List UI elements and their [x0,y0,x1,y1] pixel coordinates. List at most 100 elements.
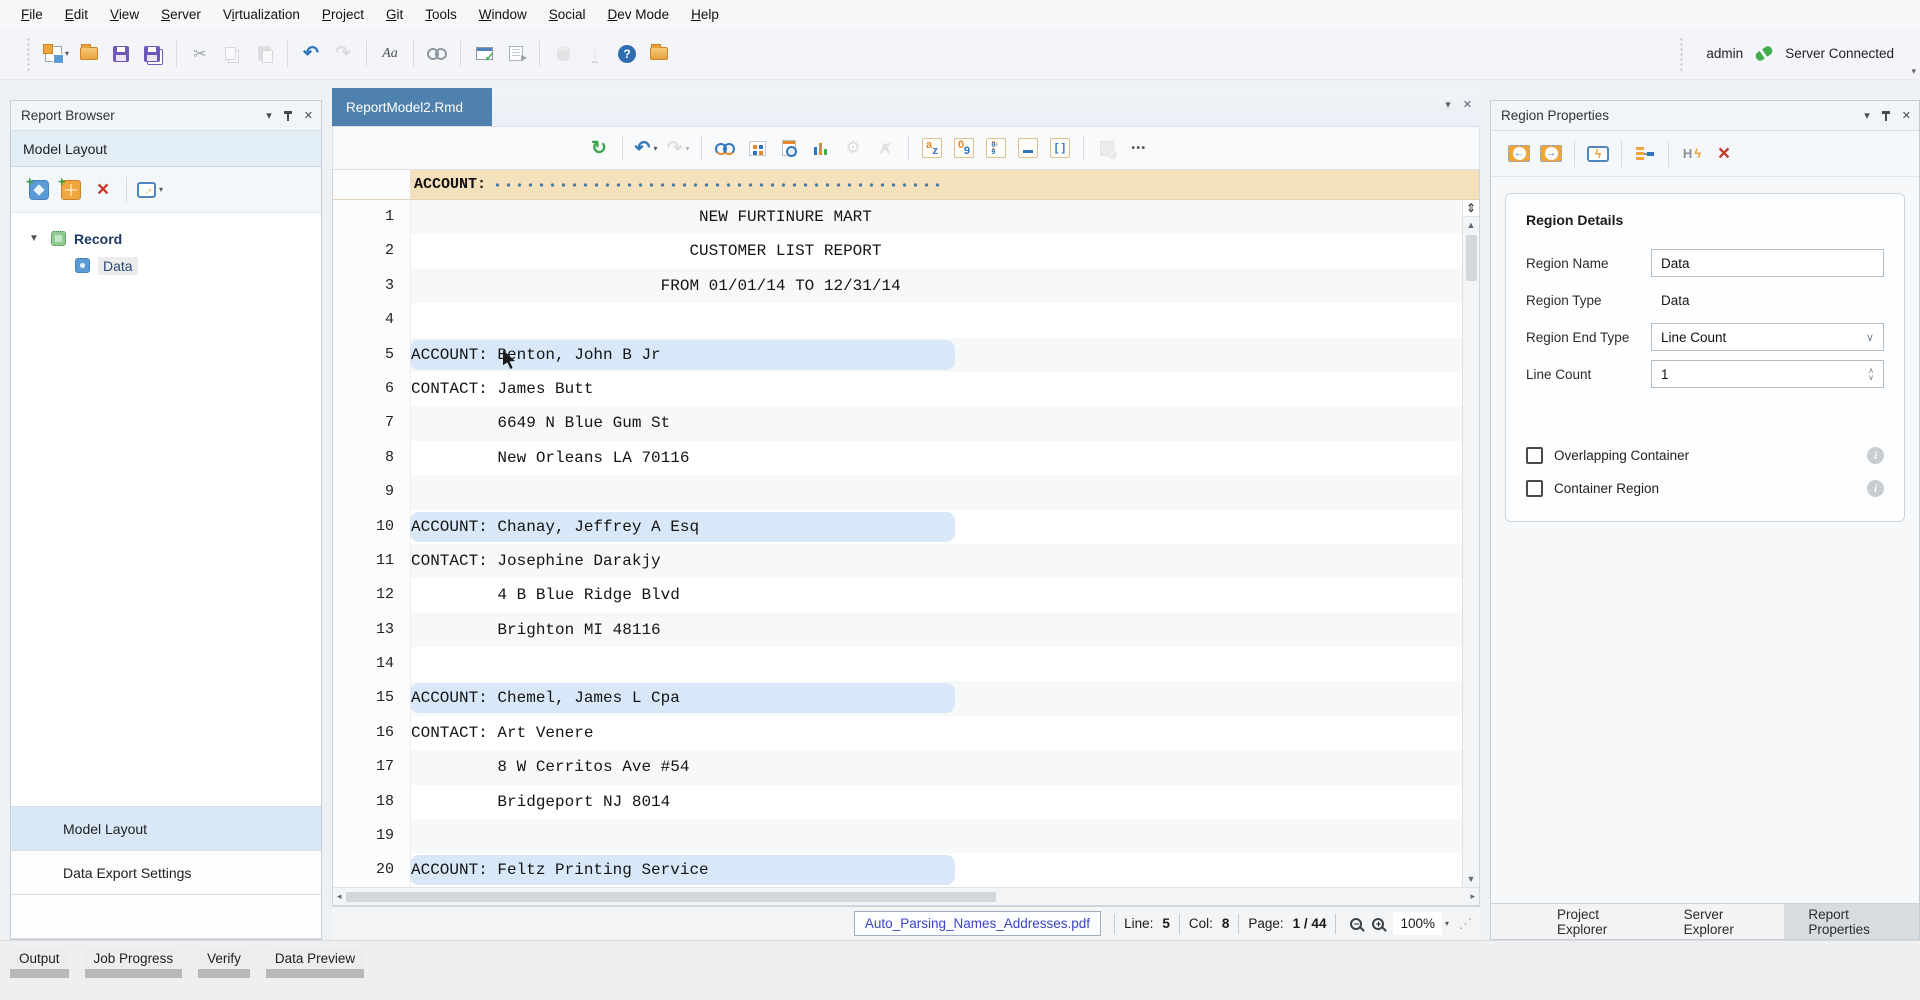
tab-close-icon[interactable]: ✕ [1463,98,1472,111]
paste-icon[interactable] [251,40,277,68]
open-file-icon[interactable] [76,40,102,68]
redo-icon[interactable]: ↷▾ [665,134,691,162]
match-alpha-icon[interactable] [919,134,945,162]
nav-item-model-layout[interactable]: Model Layout [11,807,321,851]
save-icon[interactable] [108,40,134,68]
tab-project-explorer[interactable]: Project Explorer [1533,904,1660,939]
zoom-level[interactable]: 100% [1393,912,1442,935]
delete-node-icon[interactable]: × [90,176,116,204]
field-select-region-end-type[interactable]: Line Count∨ [1651,323,1884,351]
line-text[interactable]: 8 W Cerritos Ave #54 [411,750,1479,784]
deploy-icon[interactable]: ↓ [582,40,608,68]
add-fields-icon[interactable] [1632,140,1658,168]
tab-data-preview[interactable]: Data Preview [266,948,364,978]
field-spinner-line-count[interactable]: 1∧∨ [1651,360,1884,388]
zoom-dropdown-icon[interactable]: ▾ [1445,919,1449,928]
match-space-icon[interactable] [1015,134,1041,162]
scroll-up-icon[interactable]: ▲ [1467,217,1476,233]
panel-menu-icon[interactable]: ▾ [266,109,272,122]
checkbox-container-region[interactable] [1526,480,1543,497]
line-text[interactable]: CONTACT: Art Venere [411,716,1479,750]
save-all-icon[interactable] [140,40,166,68]
chevron-down-icon[interactable]: ▼ [29,233,43,244]
line-text[interactable]: 6649 N Blue Gum St [411,406,1479,440]
line-text[interactable]: CUSTOMER LIST REPORT [411,234,1479,268]
verify-window-icon[interactable] [471,40,497,68]
scroll-right-icon[interactable]: ▸ [1470,891,1475,902]
pin-icon[interactable] [1881,110,1891,122]
field-statistics-icon[interactable] [808,134,834,162]
line-text[interactable]: CONTACT: Josephine Darakjy [411,544,1479,578]
checkbox-overlapping-container[interactable] [1526,447,1543,464]
line-text[interactable]: Brighton MI 48116 [411,613,1479,647]
tab-list-icon[interactable]: ▾ [1445,98,1451,111]
resize-grip-icon[interactable]: ⋰ [1459,916,1472,932]
help-icon[interactable]: ? [614,40,640,68]
tab-reportmodel2[interactable]: ReportModel2.Rmd [332,88,492,126]
next-region-icon[interactable] [1538,140,1564,168]
toolbar-overflow-icon[interactable]: ▾ [1911,66,1916,77]
menu-help[interactable]: Help [680,2,730,27]
pin-icon[interactable] [283,110,293,122]
tab-output[interactable]: Output [10,948,69,978]
add-region-pattern-icon[interactable] [1585,140,1611,168]
line-text[interactable]: CONTACT: James Butt [411,372,1479,406]
line-text[interactable]: ACCOUNT: Chanay, Jeffrey A Esq [411,510,1479,544]
run-form-icon[interactable] [503,40,529,68]
auto-parse-icon[interactable] [744,134,770,162]
line-text[interactable]: 4 B Blue Ridge Blvd [411,578,1479,612]
undo-icon[interactable]: ↶▾ [633,134,659,162]
new-model-icon[interactable]: ▾ [44,40,70,68]
refresh-icon[interactable]: ↻ [586,134,612,162]
line-text[interactable] [411,475,1479,509]
menu-social[interactable]: Social [538,2,597,27]
delete-region-icon[interactable]: × [1711,140,1737,168]
menu-window[interactable]: Window [468,2,538,27]
add-table-region-icon[interactable] [58,176,84,204]
more-options-icon[interactable]: ••• [1126,134,1152,162]
cut-icon[interactable]: ✂ [187,40,213,68]
vertical-scroll-thumb[interactable] [1466,235,1477,281]
menu-project[interactable]: Project [311,2,375,27]
edit-font-icon[interactable]: A [872,134,898,162]
tab-report-properties[interactable]: Report Properties [1784,904,1919,939]
tree-node-record[interactable]: ▼ Record [11,225,321,252]
line-text[interactable]: New Orleans LA 70116 [411,441,1479,475]
preview-document-icon[interactable] [776,134,802,162]
toolbar-grip[interactable] [26,37,31,71]
recent-files-icon[interactable] [646,40,672,68]
menu-file[interactable]: File [10,2,54,27]
undo-icon[interactable]: ↶ [298,40,324,68]
font-icon[interactable]: Aa [377,40,403,68]
match-numeric-icon[interactable] [951,134,977,162]
toolbar-grip-right[interactable] [1679,37,1684,71]
panel-menu-icon[interactable]: ▾ [1864,109,1870,122]
line-text[interactable]: NEW FURTINURE MART [411,200,1479,234]
previous-region-icon[interactable] [1506,140,1532,168]
tree-node-data[interactable]: Data [11,252,321,279]
find-pattern-icon[interactable] [712,134,738,162]
export-model-icon[interactable] [1094,134,1120,162]
menu-edit[interactable]: Edit [54,2,99,27]
line-text[interactable]: ACCOUNT: Feltz Printing Service [411,853,1479,887]
zoom-in-icon[interactable]: + [1372,918,1384,930]
close-icon[interactable]: ✕ [1902,109,1911,122]
tab-job-progress[interactable]: Job Progress [85,948,183,978]
line-text[interactable] [411,647,1479,681]
info-icon[interactable]: i [1867,480,1884,497]
add-data-region-icon[interactable] [26,176,52,204]
scroll-left-icon[interactable]: ◂ [337,891,342,902]
line-text[interactable]: FROM 01/01/14 TO 12/31/14 [411,269,1479,303]
copy-icon[interactable] [219,40,245,68]
menu-dev-mode[interactable]: Dev Mode [597,2,681,27]
scroll-down-icon[interactable]: ▼ [1467,871,1476,887]
auto-create-fields-icon[interactable]: H [1679,140,1705,168]
zoom-out-icon[interactable]: − [1350,918,1362,930]
find-icon[interactable] [424,40,450,68]
line-text[interactable] [411,303,1479,337]
active-source-file[interactable]: Auto_Parsing_Names_Addresses.pdf [854,911,1101,936]
info-icon[interactable]: i [1867,447,1884,464]
line-text[interactable] [411,819,1479,853]
vertical-scrollbar[interactable]: ⇕ ▲ ▼ [1462,200,1479,887]
menu-tools[interactable]: Tools [414,2,468,27]
